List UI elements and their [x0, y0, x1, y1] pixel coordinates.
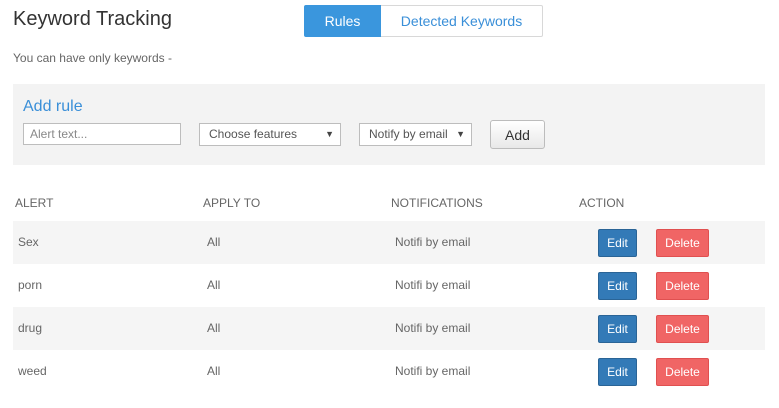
edit-button[interactable]: Edit	[598, 315, 637, 343]
apply-to-cell: All	[207, 364, 221, 378]
tab-bar: Rules Detected Keywords	[304, 5, 543, 37]
add-rule-title: Add rule	[23, 98, 83, 115]
caret-down-icon: ▼	[325, 129, 334, 139]
alert-cell: drug	[18, 321, 43, 335]
apply-to-cell: All	[207, 235, 221, 249]
notifications-cell: Notifi by email	[395, 364, 471, 378]
page-title: Keyword Tracking	[13, 8, 172, 30]
column-header-action: ACTION	[579, 196, 625, 210]
edit-button[interactable]: Edit	[598, 358, 637, 386]
notifications-cell: Notifi by email	[395, 278, 471, 292]
alert-text-input[interactable]	[23, 123, 181, 145]
features-select-value: Choose features	[209, 127, 298, 141]
add-button[interactable]: Add	[490, 120, 545, 149]
alert-cell: Sex	[18, 235, 39, 249]
delete-button[interactable]: Delete	[656, 315, 709, 343]
notify-select[interactable]: Notify by email ▼	[359, 123, 472, 146]
tab-rules[interactable]: Rules	[304, 5, 381, 37]
delete-button[interactable]: Delete	[656, 229, 709, 257]
tab-detected-keywords[interactable]: Detected Keywords	[381, 5, 543, 37]
apply-to-cell: All	[207, 278, 221, 292]
column-header-alert: ALERT	[15, 196, 54, 210]
delete-button[interactable]: Delete	[656, 272, 709, 300]
caret-down-icon: ▼	[456, 129, 465, 139]
edit-button[interactable]: Edit	[598, 272, 637, 300]
rules-table: Sex All Notifi by email Edit Delete porn…	[13, 221, 765, 393]
column-header-notifications: NOTIFICATIONS	[391, 196, 483, 210]
table-row: porn All Notifi by email Edit Delete	[13, 264, 765, 307]
notifications-cell: Notifi by email	[395, 321, 471, 335]
table-row: drug All Notifi by email Edit Delete	[13, 307, 765, 350]
table-row: Sex All Notifi by email Edit Delete	[13, 221, 765, 264]
edit-button[interactable]: Edit	[598, 229, 637, 257]
notify-select-value: Notify by email	[369, 127, 448, 141]
alert-cell: porn	[18, 278, 43, 292]
notifications-cell: Notifi by email	[395, 235, 471, 249]
add-rule-panel: Add rule Choose features ▼ Notify by ema…	[13, 84, 765, 165]
apply-to-cell: All	[207, 321, 221, 335]
keyword-limit-text: You can have only keywords -	[13, 51, 172, 65]
table-header: ALERT APPLY TO NOTIFICATIONS ACTION	[13, 196, 765, 212]
column-header-apply-to: APPLY TO	[203, 196, 261, 210]
delete-button[interactable]: Delete	[656, 358, 709, 386]
alert-cell: weed	[18, 364, 47, 378]
table-row: weed All Notifi by email Edit Delete	[13, 350, 765, 393]
features-select[interactable]: Choose features ▼	[199, 123, 341, 146]
